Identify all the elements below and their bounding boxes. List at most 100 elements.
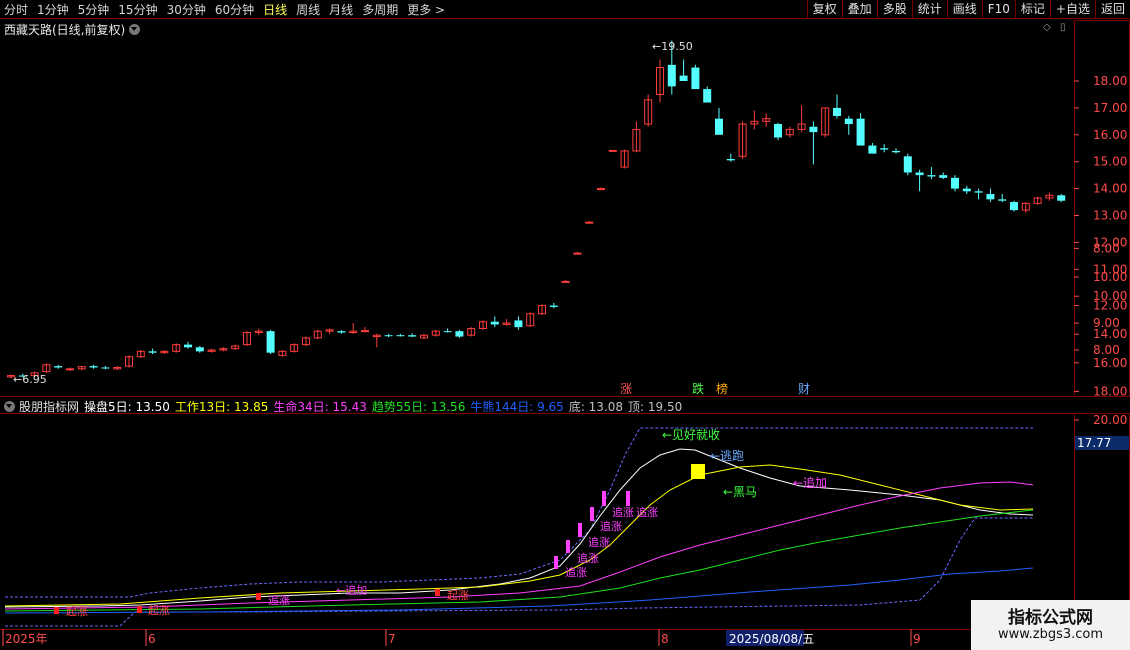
candle-body [844,118,853,125]
candle-body [962,188,971,192]
candle-body [986,193,995,200]
candle-body [703,89,712,103]
ind-tick-label: 20.00 [1093,413,1127,427]
candle-body [809,126,818,133]
candle-body [195,347,204,352]
ann-top: ←见好就收 [662,428,720,442]
candle-body [89,366,98,368]
ann-add1: ←追加 [793,475,827,490]
candle-body [101,367,110,369]
candle-body [396,335,405,337]
candle-body [585,221,594,224]
price-tick-label: 13.00 [1093,209,1127,223]
date-cursor-label: 2025/08/08/五 [729,632,814,646]
ann-add2: ←追加 [336,583,367,597]
kline-chart[interactable]: 18.0017.0016.0015.0014.0013.0012.0011.00… [0,0,1130,650]
candle-body [927,175,936,177]
ind-tick-label: 16.00 [1093,356,1127,370]
candle-body [856,118,865,146]
candle-body [408,335,417,337]
candle-body [833,107,841,116]
ann-chase: 追涨 [612,505,634,519]
ind-tick-label: 10.00 [1093,270,1127,284]
candle-body [549,305,558,307]
candle-body [148,351,157,353]
event-marker: 榜 [716,381,728,396]
candle-body [573,252,582,255]
ind-tick-label: 12.00 [1093,299,1127,313]
ind-tick-label: 8.00 [1093,241,1120,255]
start-marker [54,607,59,614]
candle-body [443,331,452,333]
ann-start: 起涨 [148,604,170,617]
candle-body [54,366,63,368]
candle-body [974,191,983,193]
signal-bar [590,507,594,521]
ann-start: 起涨 [447,589,469,602]
candle-body [939,175,948,178]
candle-body [951,177,959,189]
watermark-url: www.zbgs3.com [997,627,1104,642]
top-band [5,427,1033,598]
candle-body [880,148,889,150]
ma5-line [4,448,1034,608]
price-tick-label: 17.00 [1093,101,1127,115]
price-tick-label: 18.00 [1093,74,1127,88]
candle-body [184,344,192,348]
candle-body [266,331,275,353]
candle-body [868,145,877,154]
signal-bar [566,540,570,553]
ma34-line [4,481,1034,610]
ann-chase: 追涨 [577,551,599,565]
ann-chase: 追涨 [268,593,290,607]
candle-body [561,280,570,283]
price-tick-label: 15.00 [1093,155,1127,169]
price-tick-label: 14.00 [1093,182,1127,196]
candle-body [679,75,688,81]
candle-body [1057,195,1066,201]
start-marker [137,606,142,613]
signal-bar [554,556,558,569]
ann-escape: ←逃跑 [710,449,744,463]
ann-horse: ←黑马 [723,485,757,499]
candle-body [774,124,782,138]
candle-body [597,188,605,191]
ma55-line [4,509,1034,612]
date-label: 6 [148,632,156,646]
candle-body [715,118,723,135]
candle-body [691,67,700,90]
ann-chase: 追涨 [636,505,658,519]
ind-tick-label: 14.00 [1093,327,1127,341]
date-label: 7 [388,632,396,646]
low-price-label: ←6.95 [13,373,47,386]
candle-body [726,159,735,161]
event-marker: 涨 [620,381,632,396]
candle-body [361,330,369,333]
price-tick-label: 16.00 [1093,128,1127,142]
candle-body [998,199,1007,201]
event-marker: 跌 [692,381,704,396]
signal-bar [578,523,582,537]
candle-body [915,172,924,176]
ind-current-label: 17.77 [1077,436,1111,450]
watermark: 指标公式网 www.zbgs3.com [971,600,1130,650]
candle-body [608,149,617,152]
date-label: 2025年 [5,632,48,646]
start-marker [256,593,261,600]
signal-block [691,464,705,479]
candle-body [455,331,464,337]
candle-body [1010,202,1018,211]
candle-body [66,368,74,371]
event-marker: 财 [798,382,810,396]
date-label: 8 [661,632,669,646]
candle-body [667,64,676,87]
signal-bar [602,491,606,506]
start-marker [435,589,440,596]
candle-body [337,331,346,333]
ann-chase: 追涨 [600,519,622,533]
high-price-label: ←19.50 [652,40,693,53]
ann-chase: 追涨 [588,535,610,549]
candle-body [514,320,523,328]
candle-body [892,150,900,153]
watermark-title: 指标公式网 [1008,608,1093,628]
